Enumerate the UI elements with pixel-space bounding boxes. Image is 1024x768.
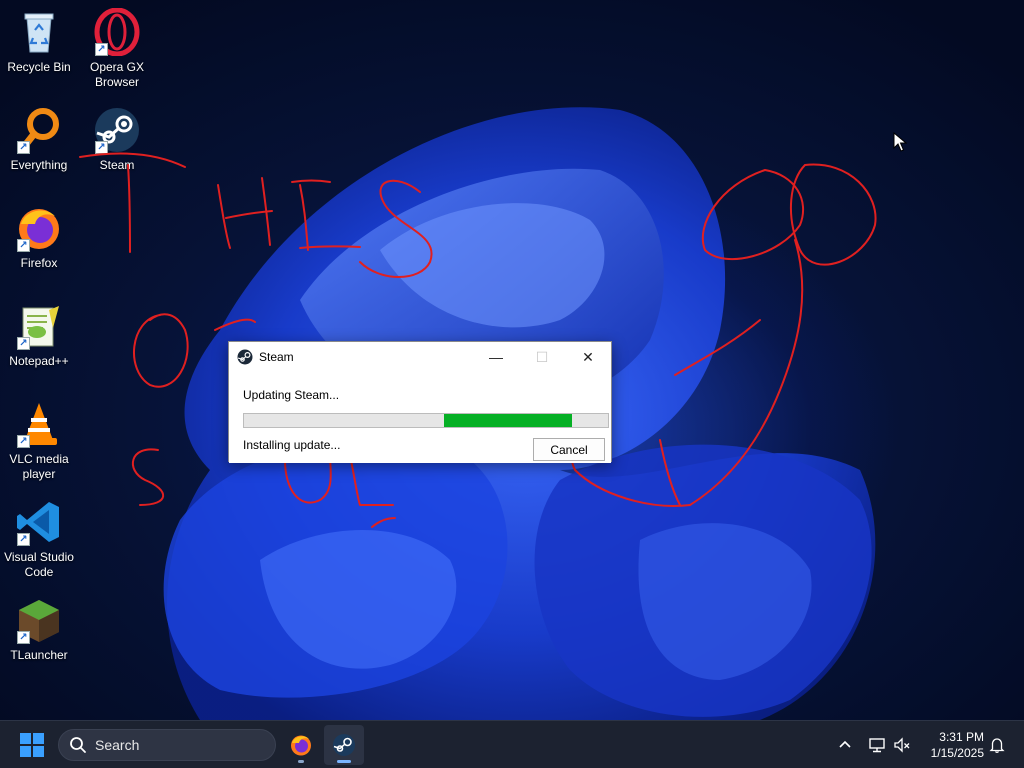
notepad-plus-plus-icon: ↗	[15, 302, 63, 350]
steam-icon	[237, 349, 253, 365]
desktop-icon-label: Everything	[10, 158, 68, 172]
dialog-titlebar[interactable]: Steam — ☐ ✕	[229, 342, 611, 372]
desktop-icon-label: VLC media player	[9, 452, 69, 481]
mouse-cursor-icon	[893, 132, 907, 152]
chevron-up-icon	[839, 740, 851, 748]
dialog-body: Updating Steam... Installing update... C…	[229, 372, 611, 463]
tlauncher-icon: ↗	[15, 596, 63, 644]
firefox-icon: ↗	[15, 204, 63, 252]
desktop-icon-label: Steam	[99, 158, 135, 172]
clock-date: 1/15/2025	[930, 746, 984, 760]
shortcut-arrow-icon: ↗	[95, 43, 108, 56]
shortcut-arrow-icon: ↗	[17, 533, 30, 546]
recycle-bin-icon	[15, 8, 63, 56]
desktop-icon-recycle-bin[interactable]: Recycle Bin	[0, 8, 78, 75]
update-substatus-text: Installing update...	[243, 438, 341, 452]
desktop-icon-vscode[interactable]: ↗ Visual Studio Code	[0, 498, 78, 580]
network-icon	[869, 738, 885, 753]
desktop-icon-vlc[interactable]: ↗ VLC media player	[0, 400, 78, 482]
desktop-icon-everything[interactable]: ↗ Everything	[0, 106, 78, 173]
desktop-icon-label: Opera GX Browser	[89, 60, 145, 89]
minimize-button[interactable]: —	[473, 342, 519, 372]
desktop-icon-label: Firefox	[20, 256, 58, 270]
taskbar-app-firefox[interactable]	[281, 725, 321, 765]
desktop-icon-label: Visual Studio Code	[4, 550, 74, 579]
steam-update-dialog: Steam — ☐ ✕ Updating Steam... Installing…	[228, 341, 612, 463]
search-icon	[70, 737, 86, 753]
tray-notifications-button[interactable]	[985, 733, 1009, 757]
vscode-icon: ↗	[15, 498, 63, 546]
taskbar-active-indicator	[337, 760, 351, 763]
windows-start-icon[interactable]	[16, 731, 48, 759]
desktop-icon-firefox[interactable]: ↗ Firefox	[0, 204, 78, 271]
taskbar-search-box[interactable]: Search	[58, 729, 276, 761]
tray-volume-button[interactable]	[890, 733, 914, 757]
dialog-title: Steam	[259, 350, 294, 364]
desktop-icon-opera-gx[interactable]: ↗ Opera GX Browser	[78, 7, 156, 90]
close-button[interactable]: ✕	[565, 342, 611, 372]
desktop-icon-steam[interactable]: ↗ Steam	[78, 106, 156, 173]
taskbar-clock[interactable]: 3:31 PM 1/15/2025	[914, 729, 984, 761]
steam-icon: ↗	[93, 106, 141, 154]
firefox-icon	[291, 735, 311, 756]
volume-muted-icon	[894, 737, 910, 753]
shortcut-arrow-icon: ↗	[17, 631, 30, 644]
desktop-icon-notepad-plus-plus[interactable]: ↗ Notepad++	[0, 302, 78, 369]
notification-bell-icon	[989, 738, 1005, 753]
maximize-button: ☐	[535, 348, 549, 365]
tray-network-button[interactable]	[865, 733, 889, 757]
desktop-icon-label: Notepad++	[9, 354, 69, 368]
update-progress-bar	[243, 413, 609, 428]
desktop-icon-label: Recycle Bin	[7, 60, 71, 74]
clock-time: 3:31 PM	[939, 730, 984, 744]
shortcut-arrow-icon: ↗	[17, 435, 30, 448]
taskbar: Search 3:31 PM 1/15/2025	[0, 720, 1024, 768]
taskbar-running-indicator	[298, 760, 304, 763]
shortcut-arrow-icon: ↗	[17, 141, 30, 154]
everything-search-icon: ↗	[15, 106, 63, 154]
desktop-icon-tlauncher[interactable]: ↗ TLauncher	[0, 596, 78, 663]
desktop-icon-label: TLauncher	[10, 648, 68, 662]
vlc-icon: ↗	[15, 400, 63, 448]
progress-bar-fill	[444, 414, 572, 427]
tray-overflow-button[interactable]	[833, 733, 857, 757]
cancel-button[interactable]: Cancel	[533, 438, 605, 461]
shortcut-arrow-icon: ↗	[95, 141, 108, 154]
opera-gx-icon: ↗	[93, 7, 141, 57]
steam-icon	[333, 734, 355, 756]
search-placeholder: Search	[95, 737, 140, 753]
desktop: Recycle Bin ↗ Opera GX Browser ↗ Everyth…	[0, 0, 1024, 720]
taskbar-app-steam[interactable]	[324, 725, 364, 765]
shortcut-arrow-icon: ↗	[17, 337, 30, 350]
update-status-text: Updating Steam...	[243, 388, 340, 402]
shortcut-arrow-icon: ↗	[17, 239, 30, 252]
